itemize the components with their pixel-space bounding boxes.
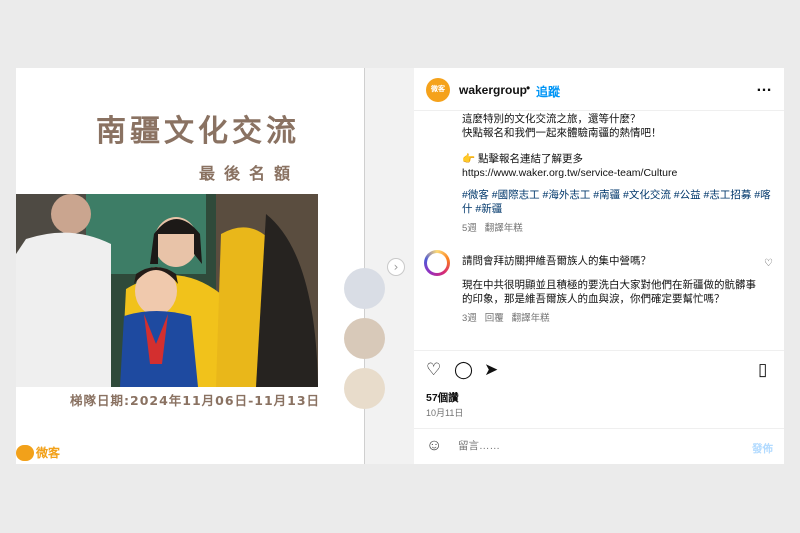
like-comment-icon[interactable]: ♡ [764, 258, 773, 269]
poster-subtitle: 最後名額 [199, 164, 300, 183]
comment-body: 現在中共很明顯並且積極的要洗白大家對他們在新疆做的骯髒事的印象，那是維吾爾族人的… [462, 279, 756, 305]
heart-icon[interactable]: ♡ [426, 360, 441, 380]
chevron-right-icon[interactable]: › [387, 258, 405, 276]
likes-count[interactable]: 57個讚 [426, 390, 459, 405]
username[interactable]: wakergroup [459, 83, 527, 97]
comment-bar: ☺ 發佈 [414, 428, 784, 465]
reply-button[interactable]: 回覆 [485, 313, 504, 324]
post-media[interactable]: 南疆文化交流 最後名額 梯隊日期:2024年11月06日-11月13日 微客 › [16, 68, 414, 464]
emoji-icon[interactable]: ☺ [426, 437, 442, 455]
instagram-post: 南疆文化交流 最後名額 梯隊日期:2024年11月06日-11月13日 微客 ›… [16, 68, 784, 464]
color-swatch-2 [344, 318, 385, 359]
hashtags[interactable]: #微客 #國際志工 #海外志工 #南疆 #文化交流 #公益 #志工招募 #喀什 … [462, 188, 774, 216]
poster-panel: 南疆文化交流 最後名額 梯隊日期:2024年11月06日-11月13日 微客 [16, 68, 364, 464]
caption-translate[interactable]: 翻譯年糕 [485, 223, 523, 234]
poster-dates: 梯隊日期:2024年11月06日-11月13日 [70, 393, 321, 408]
post-caption: 這麼特別的文化交流之旅，還等什麼？ 快點報名和我們一起來體驗南疆的熱情吧！ 👉 … [462, 112, 774, 236]
separator-dot: • [526, 81, 531, 95]
comment-translate[interactable]: 翻譯年糕 [512, 313, 550, 324]
actions-divider [414, 350, 784, 351]
bookmark-icon[interactable]: ▯ [758, 360, 767, 380]
color-swatch-3 [344, 368, 385, 409]
comment-input[interactable] [456, 439, 710, 453]
post-date: 10月11日 [426, 408, 464, 418]
logo-icon [16, 444, 34, 461]
poster-title: 南疆文化交流 [96, 114, 300, 149]
poster-photo [16, 194, 318, 387]
comment-icon[interactable]: ◯ [454, 360, 473, 380]
caption-time: 5週 [462, 223, 477, 234]
comment-time: 3週 [462, 313, 477, 324]
post-header: 微客 wakergroup • 追蹤 … [414, 68, 784, 111]
color-swatch-1 [344, 268, 385, 309]
more-options-icon[interactable]: … [756, 78, 772, 96]
post-button[interactable]: 發佈 [752, 441, 773, 456]
caption-line-3: 點擊報名連結了解更多 [478, 153, 583, 165]
point-right-icon: 👉 [462, 153, 476, 165]
commenter-avatar[interactable] [424, 250, 450, 276]
waker-logo: 微客 [16, 444, 60, 461]
post-sidebar: 微客 wakergroup • 追蹤 … 這麼特別的文化交流之旅，還等什麼？ 快… [414, 68, 784, 464]
profile-avatar[interactable]: 微客 [426, 78, 450, 102]
comment-item: 請問會拜訪關押維吾爾族人的集中營嗎？ 現在中共很明顯並且積極的要洗白大家對他們在… [462, 254, 762, 326]
caption-line-1: 這麼特別的文化交流之旅，還等什麼？ [462, 113, 641, 125]
follow-button[interactable]: 追蹤 [536, 83, 560, 100]
share-icon[interactable]: ➤ [484, 360, 498, 380]
caption-link[interactable]: https://www.waker.org.tw/service-team/Cu… [462, 166, 774, 180]
children-photo-illustration [16, 194, 318, 387]
caption-line-2: 快點報名和我們一起來體驗南疆的熱情吧！ [462, 127, 662, 139]
comment-question: 請問會拜訪關押維吾爾族人的集中營嗎？ [462, 255, 651, 267]
logo-text: 微客 [36, 446, 61, 460]
